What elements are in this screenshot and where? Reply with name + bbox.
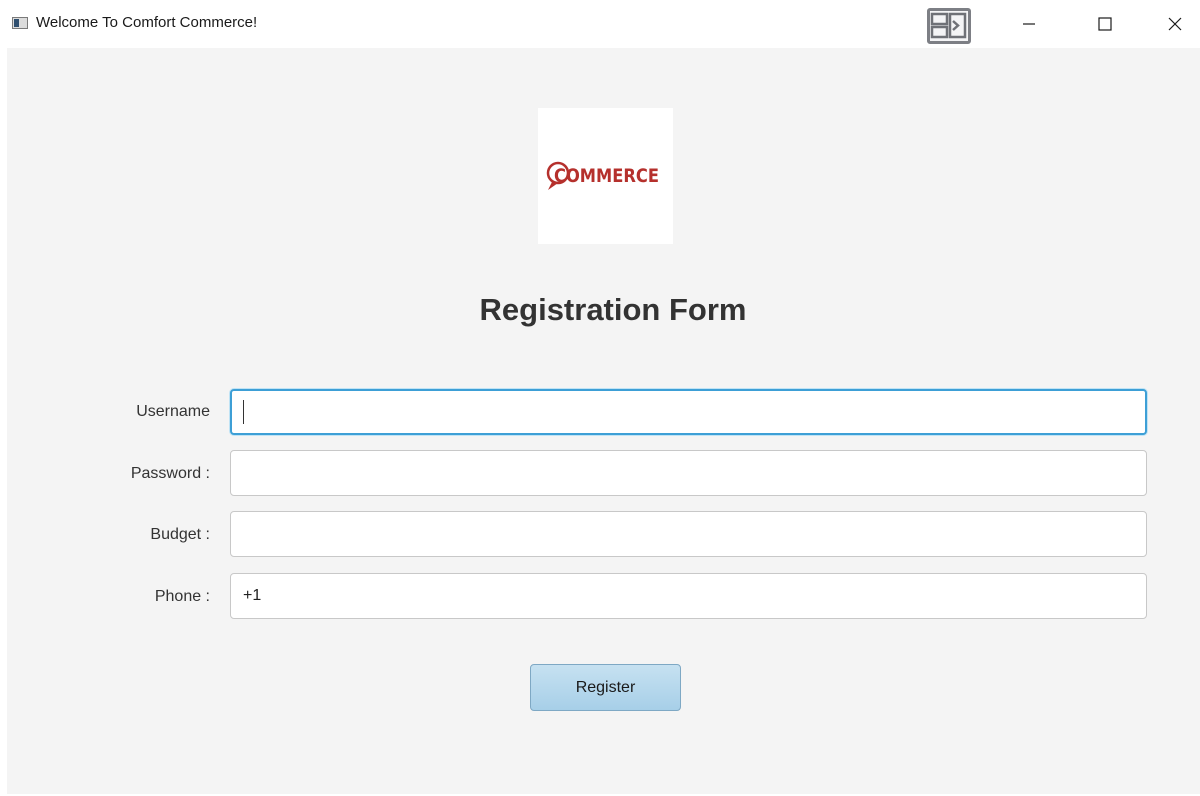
form-title: Registration Form	[479, 292, 747, 327]
text-caret	[243, 400, 244, 424]
maximize-icon	[1098, 17, 1112, 31]
window-title: Welcome To Comfort Commerce!	[36, 14, 258, 31]
snap-layout-icon[interactable]	[927, 8, 971, 44]
title-bar: Welcome To Comfort Commerce!	[0, 0, 1200, 48]
maximize-button[interactable]	[1082, 0, 1128, 48]
app-icon	[12, 17, 28, 29]
username-input[interactable]	[230, 389, 1147, 435]
registration-panel: COMMERCE Registration Form Username Pass…	[7, 48, 1200, 794]
logo-text: COMMERCE	[554, 165, 659, 187]
commerce-logo: COMMERCE	[538, 108, 673, 244]
password-input[interactable]	[230, 450, 1147, 496]
phone-input[interactable]	[230, 573, 1147, 619]
password-label: Password :	[130, 465, 210, 482]
phone-label: Phone :	[154, 588, 210, 605]
register-button[interactable]: Register	[530, 664, 681, 711]
username-label: Username	[136, 403, 210, 420]
minimize-button[interactable]	[1006, 0, 1052, 48]
budget-input[interactable]	[230, 511, 1147, 557]
close-icon	[1168, 17, 1182, 31]
budget-label: Budget :	[150, 526, 210, 543]
close-button[interactable]	[1152, 0, 1198, 48]
minimize-icon	[1023, 23, 1035, 25]
